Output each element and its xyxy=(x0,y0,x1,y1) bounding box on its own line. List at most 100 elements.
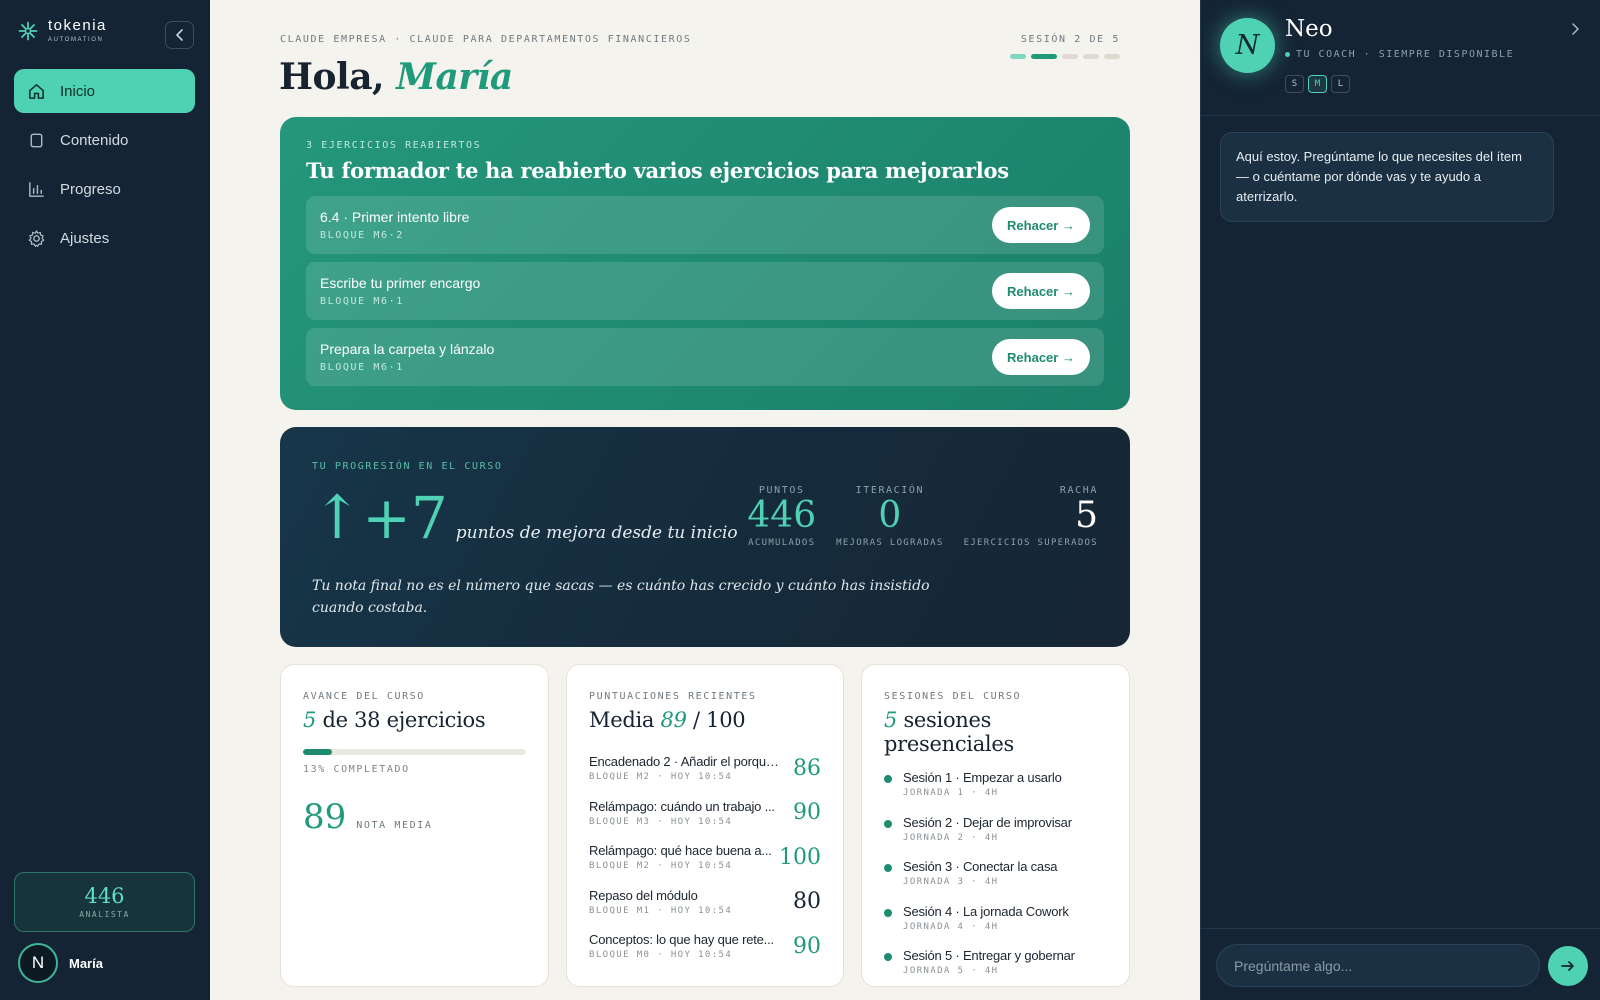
coach-header: N Neo TU COACH · SIEMPRE DISPONIBLE S M … xyxy=(1201,0,1600,116)
collapse-sidebar-button[interactable] xyxy=(165,21,194,49)
motivational-quote: Tu nota final no es el número que sacas … xyxy=(312,578,930,616)
score-item-name: Encadenado 2 · Añadir el porqué... xyxy=(589,754,779,770)
average-grade: 89 NOTA MEDIA xyxy=(303,797,526,837)
recent-scores-card: PUNTUACIONES RECIENTES Media 89 / 100 En… xyxy=(566,664,844,987)
list-item: Prepara la carpeta y lánzalo BLOQUE M6·1… xyxy=(306,328,1104,386)
session-meta: JORNADA 2 · 4H xyxy=(903,832,999,843)
score-item-meta: BLOQUE M0 · HOY 10:54 xyxy=(589,950,733,961)
list-item[interactable]: Repaso del módulo BLOQUE M1 · HOY 10:54 8… xyxy=(589,880,821,925)
scores-list: Encadenado 2 · Añadir el porqué... BLOQUE… xyxy=(589,746,821,969)
redo-button[interactable]: Rehacer → xyxy=(992,273,1090,309)
exercise-name: Prepara la carpeta y lánzalo xyxy=(320,341,495,357)
gear-icon xyxy=(28,229,45,247)
exercises-done: 5 xyxy=(303,708,317,732)
sidebar-item-contenido[interactable]: Contenido xyxy=(14,118,195,162)
card-eyebrow: SESIONES DEL CURSO xyxy=(884,691,1022,702)
sessions-count: 5 xyxy=(884,708,898,732)
sidebar-item-label: Inicio xyxy=(60,82,96,100)
reopened-list: 6.4 · Primer intento libre BLOQUE M6·2 R… xyxy=(306,196,1104,386)
average-prefix: Media xyxy=(589,708,655,732)
stat-sublabel: ACUMULADOS xyxy=(748,538,816,548)
sidebar-item-ajustes[interactable]: Ajustes xyxy=(14,216,195,260)
online-status-icon xyxy=(1285,52,1290,57)
score-value: 100 xyxy=(779,844,821,870)
size-m-button[interactable]: M xyxy=(1308,75,1327,93)
user-profile[interactable]: N María xyxy=(18,943,103,983)
score-item-meta: BLOQUE M1 · HOY 10:54 xyxy=(589,905,733,916)
points-badge: 446 ANALISTA xyxy=(14,872,195,932)
sidebar-item-inicio[interactable]: Inicio xyxy=(14,69,195,113)
card-title: 5 sesiones presenciales xyxy=(884,708,1107,756)
size-s-button[interactable]: S xyxy=(1285,75,1304,93)
card-title: 5 de 38 ejercicios xyxy=(303,708,526,732)
chat-composer xyxy=(1201,928,1600,1000)
sidebar-item-progreso[interactable]: Progreso xyxy=(14,167,195,211)
size-l-button[interactable]: L xyxy=(1331,75,1350,93)
stat-points: PUNTOS 446 ACUMULADOS xyxy=(747,485,816,548)
logo-subtitle: AUTOMATION xyxy=(48,37,104,43)
session-indicator: SESIÓN 2 DE 5 xyxy=(1010,34,1120,59)
home-icon xyxy=(29,83,44,99)
page-title: Hola, María xyxy=(279,56,513,98)
stat-sublabel: EJERCICIOS SUPERADOS xyxy=(963,538,1098,548)
list-item[interactable]: Sesión 2 · Dejar de improvisar JORNADA 2 … xyxy=(884,815,1107,860)
sidebar-item-label: Ajustes xyxy=(60,229,110,247)
session-bullet-icon xyxy=(884,819,892,828)
reopened-exercises-card: 3 EJERCICIOS REABIERTOS Tu formador te h… xyxy=(280,117,1130,410)
score-value: 80 xyxy=(793,889,821,915)
stat-sublabel: MEJORAS LOGRADAS xyxy=(836,538,944,548)
improvement-caption: puntos de mejora desde tu inicio xyxy=(455,523,738,543)
redo-button[interactable]: Rehacer → xyxy=(992,207,1090,243)
send-button[interactable] xyxy=(1548,946,1588,986)
reopened-eyebrow: 3 EJERCICIOS REABIERTOS xyxy=(306,140,482,151)
average-suffix: / 100 xyxy=(693,708,746,732)
summary-cards: AVANCE DEL CURSO 5 de 38 ejercicios 13% … xyxy=(280,664,1130,987)
exercise-name: 6.4 · Primer intento libre xyxy=(320,209,470,225)
session-bullet-icon xyxy=(884,908,892,917)
list-item[interactable]: Sesión 4 · La jornada Cowork JORNADA 4 · … xyxy=(884,904,1107,949)
score-item-meta: BLOQUE M2 · HOY 10:54 xyxy=(589,861,733,872)
card-eyebrow: AVANCE DEL CURSO xyxy=(303,691,425,702)
points-value: 446 xyxy=(84,884,125,908)
list-item[interactable]: Relámpago: cuándo un trabajo ... BLOQUE M… xyxy=(589,791,821,836)
score-item-name: Conceptos: lo que hay que rete... xyxy=(589,932,774,948)
logo[interactable]: tokenia AUTOMATION xyxy=(18,18,107,43)
score-item-meta: BLOQUE M3 · HOY 10:54 xyxy=(589,816,733,827)
chat-input[interactable] xyxy=(1216,944,1540,987)
score-value: 86 xyxy=(793,755,821,781)
score-value: 90 xyxy=(793,933,821,959)
coach-panel: N Neo TU COACH · SIEMPRE DISPONIBLE S M … xyxy=(1200,0,1600,1000)
average-score: 89 xyxy=(660,708,687,732)
panel-size-toggle: S M L xyxy=(1285,75,1350,93)
session-dot xyxy=(1031,54,1057,59)
greeting-text: Hola, xyxy=(279,56,385,98)
logo-name: tokenia xyxy=(48,17,107,34)
session-dot xyxy=(1083,54,1099,59)
list-item[interactable]: Relámpago: qué hace buena a... BLOQUE M2 … xyxy=(589,835,821,880)
sidebar-item-label: Progreso xyxy=(60,180,121,198)
score-item-meta: BLOQUE M2 · HOY 10:54 xyxy=(589,772,733,783)
list-item[interactable]: Sesión 3 · Conectar la casa JORNADA 3 · 4… xyxy=(884,859,1107,904)
list-item[interactable]: Encadenado 2 · Añadir el porqué... BLOQUE… xyxy=(589,746,821,791)
progress-bar-fill xyxy=(303,749,332,755)
sidebar-item-label: Contenido xyxy=(60,131,129,149)
avatar: N xyxy=(18,943,58,983)
card-eyebrow: PUNTUACIONES RECIENTES xyxy=(589,691,757,702)
list-item[interactable]: Conceptos: lo que hay que rete... BLOQUE … xyxy=(589,924,821,969)
list-item[interactable]: Sesión 1 · Empezar a usarlo JORNADA 1 · 4… xyxy=(884,770,1107,815)
session-name: Sesión 4 · La jornada Cowork xyxy=(903,903,1069,919)
score-item-name: Relámpago: cuándo un trabajo ... xyxy=(589,798,775,814)
redo-button[interactable]: Rehacer → xyxy=(992,339,1090,375)
session-bullet-icon xyxy=(884,775,892,783)
chevron-right-icon xyxy=(1572,23,1579,35)
stat-value: 0 xyxy=(878,495,902,536)
session-name: Sesión 5 · Entregar y gobernar xyxy=(903,948,1075,963)
list-item[interactable]: Sesión 5 · Entregar y gobernar JORNADA 5 … xyxy=(884,948,1107,993)
list-item: 6.4 · Primer intento libre BLOQUE M6·2 R… xyxy=(306,196,1104,254)
session-label: SESIÓN 2 DE 5 xyxy=(1020,34,1120,45)
progress-bar xyxy=(303,749,526,755)
points-rank-label: ANALISTA xyxy=(79,910,130,919)
collapse-panel-button[interactable] xyxy=(1571,22,1579,40)
score-value: 90 xyxy=(793,800,821,826)
stat-value: 446 xyxy=(747,495,817,536)
